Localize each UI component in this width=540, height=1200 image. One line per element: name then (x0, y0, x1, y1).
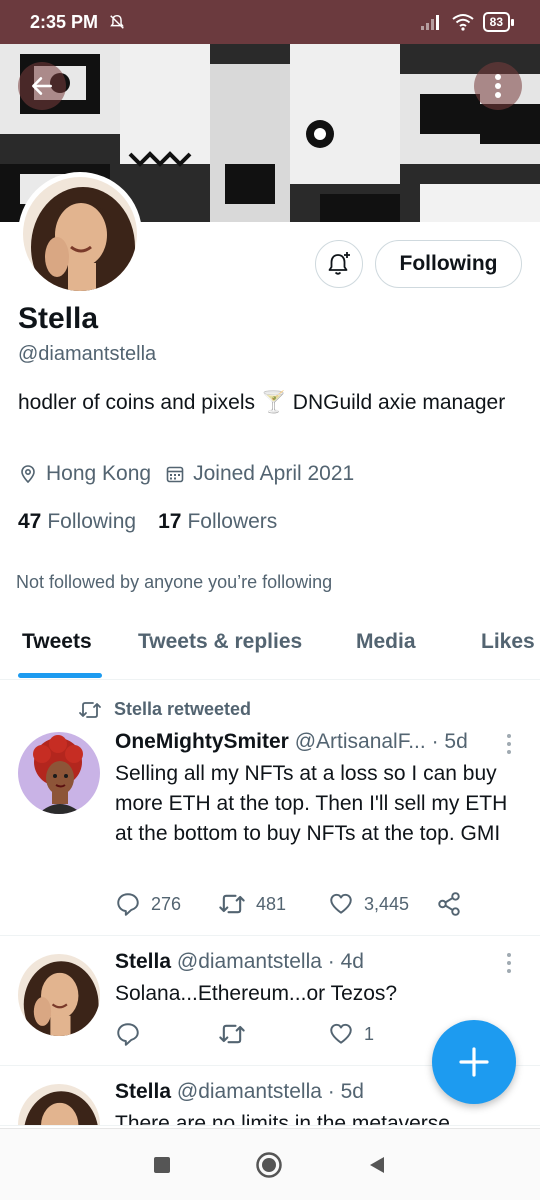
followers-label: Followers (187, 510, 278, 533)
tweet-author-avatar[interactable] (18, 1084, 100, 1125)
reply-icon (117, 1023, 139, 1046)
tweet-time: 5d (444, 730, 468, 753)
avatar-image (18, 1084, 100, 1125)
tweet-time: 4d (340, 950, 364, 973)
following-button[interactable]: Following (375, 240, 522, 288)
bell-plus-icon (328, 252, 350, 275)
profile-name: Stella (18, 302, 99, 335)
tweet-text: Solana...Ethereum...or Tezos? (115, 982, 398, 1005)
tweet-header: Stella @diamantstella · 4d (115, 950, 505, 974)
tweet-menu-icon[interactable] (506, 952, 512, 974)
retweet-icon (219, 894, 245, 914)
share-icon (438, 892, 460, 916)
system-nav-bar (0, 1128, 540, 1200)
nav-home-icon[interactable] (255, 1151, 283, 1179)
more-vertical-icon (495, 74, 501, 98)
battery-indicator: 83 (482, 12, 515, 32)
join-date: Joined April 2021 (165, 462, 354, 486)
profile-meta: Hong Kong Joined April 2021 (18, 462, 368, 486)
profile-stats: 47 Following 17 Followers (18, 510, 299, 534)
followers-stat[interactable]: 17 Followers (158, 510, 277, 534)
reply-count: 276 (151, 893, 182, 914)
retweet-note: Stella retweeted (78, 699, 251, 720)
tab-media[interactable]: Media (356, 630, 416, 654)
tweet-author-handle: @diamantstella (176, 1080, 322, 1103)
reply-icon (117, 893, 139, 916)
tweet-separator: · (327, 950, 335, 973)
share-button[interactable] (436, 891, 462, 917)
tweet-time: 5d (340, 1080, 364, 1103)
tweet-separator: · (431, 730, 439, 753)
tab-tweets-replies[interactable]: Tweets & replies (138, 630, 302, 654)
tweet-actions: 1 (115, 1021, 436, 1047)
more-options-button[interactable] (474, 62, 522, 110)
status-bar: 2:35 PM 83 (0, 0, 540, 44)
tweet-menu-icon[interactable] (506, 733, 512, 755)
retweet-note-text: Stella retweeted (114, 699, 252, 719)
signal-icon (420, 15, 439, 30)
nav-recents-icon[interactable] (152, 1155, 172, 1175)
active-tab-indicator (18, 673, 102, 678)
tweet-author-name[interactable]: OneMightySmiter (115, 730, 289, 753)
like-count: 1 (364, 1023, 375, 1044)
compose-tweet-button[interactable] (432, 1020, 516, 1104)
tweet-header: OneMightySmiter @ArtisanalF... · 5d (115, 730, 505, 754)
tweet-author-handle: @diamantstella (176, 950, 322, 973)
tweet-author-avatar[interactable] (18, 954, 100, 1036)
not-followed-note: Not followed by anyone you’re following (16, 572, 333, 592)
tweet-text: Selling all my NFTs at a loss so I can b… (115, 762, 508, 845)
like-count: 3,445 (364, 893, 410, 914)
back-arrow-icon (32, 77, 52, 95)
avatar-image (18, 732, 100, 814)
compose-plus-icon (459, 1047, 489, 1077)
tab-tweets[interactable]: Tweets (22, 630, 92, 654)
like-button[interactable]: 3,445 (328, 891, 436, 917)
like-icon (330, 893, 352, 914)
tweet[interactable]: Stella retweeted OneMightySmiter @Artisa… (0, 681, 540, 936)
following-label: Following (47, 510, 137, 533)
tweet-separator: · (327, 1080, 335, 1103)
notifications-button[interactable] (315, 240, 363, 288)
tweet-author-handle: @ArtisanalF... (294, 730, 426, 753)
location-text: Hong Kong (46, 462, 152, 485)
like-icon (330, 1023, 352, 1044)
tweet-author-name[interactable]: Stella (115, 1080, 171, 1103)
followers-count: 17 (158, 510, 182, 533)
location-pin-icon (21, 465, 35, 484)
tweet-author-name[interactable]: Stella (115, 950, 171, 973)
retweet-icon (219, 1024, 245, 1044)
tweet-actions: 276 481 3,445 (115, 891, 462, 917)
wifi-icon (452, 14, 474, 31)
retweet-button[interactable] (218, 1022, 328, 1046)
tweet-text: There are no limits in the metaverse (115, 1112, 450, 1126)
profile-handle: @diamantstella (18, 343, 157, 365)
reply-button[interactable] (115, 1021, 218, 1047)
retweet-button[interactable]: 481 (218, 892, 328, 916)
status-time: 2:35 PM (30, 11, 99, 32)
avatar-image (23, 177, 137, 291)
join-date-text: Joined April 2021 (193, 462, 355, 485)
like-button[interactable]: 1 (328, 1021, 436, 1047)
location: Hong Kong (18, 462, 151, 486)
tab-likes[interactable]: Likes (481, 630, 535, 654)
profile-bio: hodler of coins and pixels 🍸 DNGuild axi… (18, 391, 506, 414)
calendar-icon (166, 466, 184, 483)
following-count: 47 (18, 510, 42, 533)
nav-back-icon[interactable] (366, 1154, 388, 1176)
retweet-icon (79, 701, 101, 718)
profile-tabs: Tweets Tweets & replies Media Likes (0, 612, 540, 680)
avatar-image (18, 954, 100, 1036)
tweet-author-avatar[interactable] (18, 732, 100, 814)
retweet-count: 481 (256, 893, 287, 914)
following-stat[interactable]: 47 Following (18, 510, 136, 534)
reply-button[interactable]: 276 (115, 891, 218, 917)
back-button[interactable] (18, 62, 66, 110)
notifications-muted-icon (110, 14, 124, 29)
profile-avatar[interactable] (18, 172, 142, 296)
